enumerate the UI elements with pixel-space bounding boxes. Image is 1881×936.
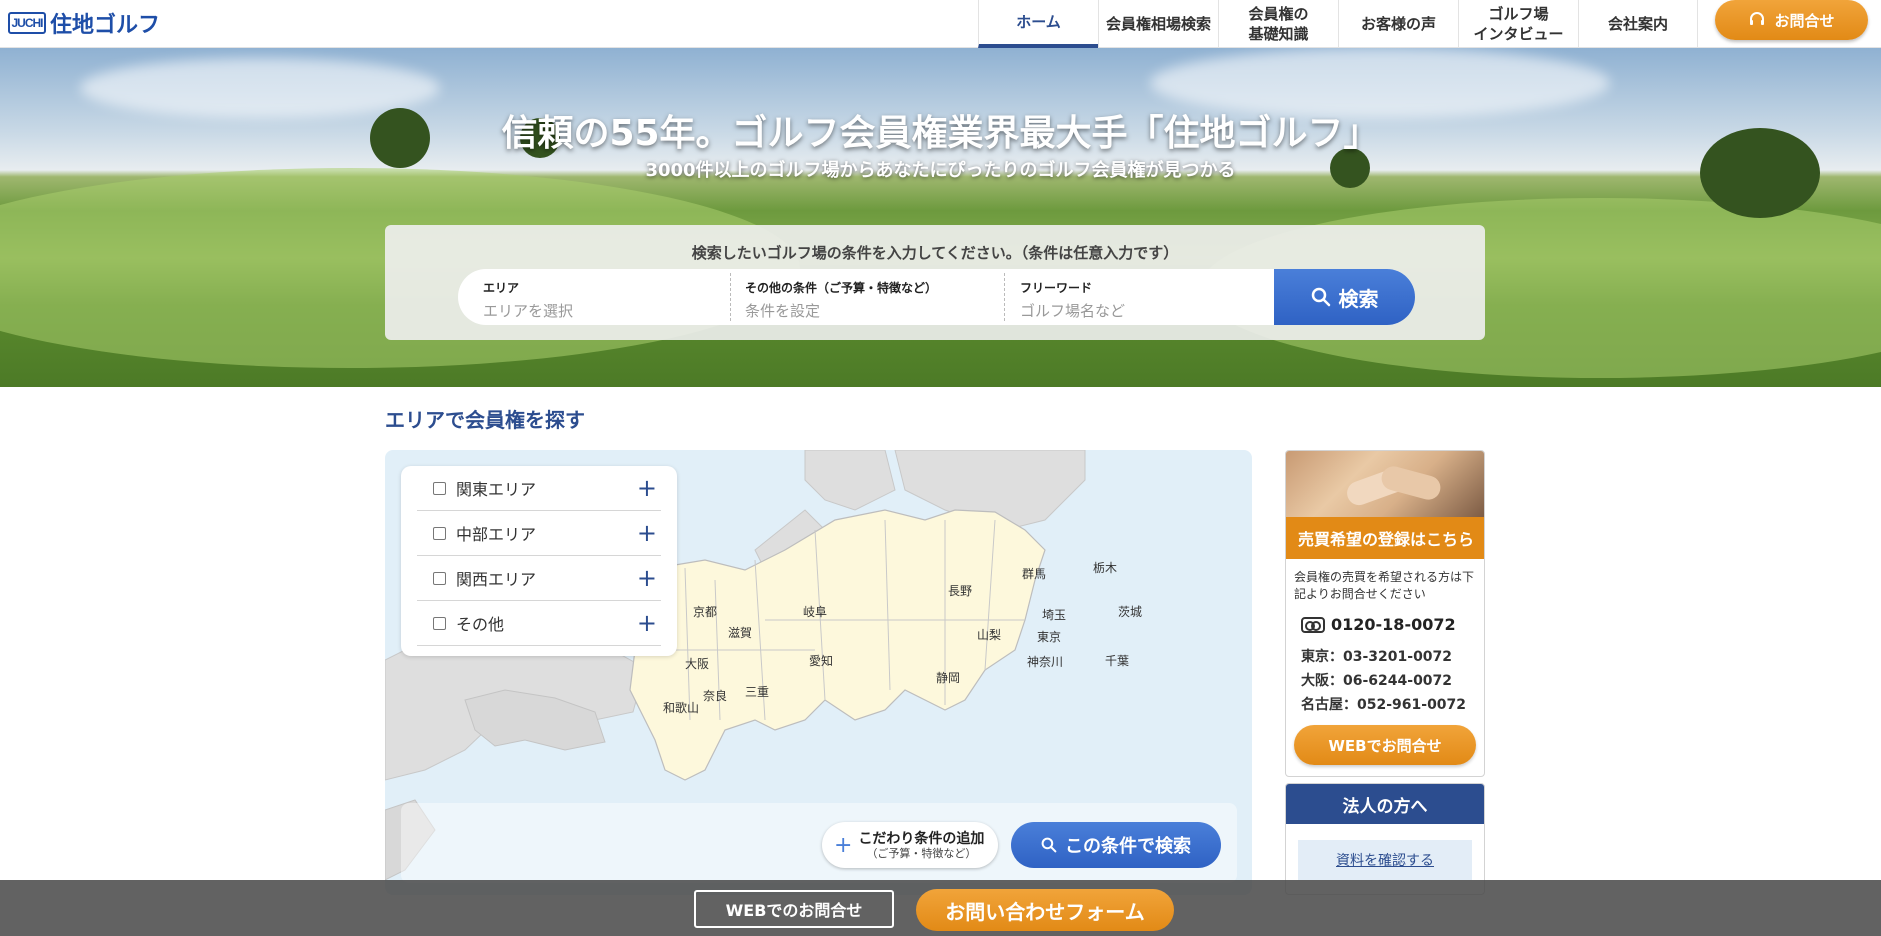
pref-label[interactable]: 静岡 bbox=[936, 671, 960, 685]
area-row-other[interactable]: その他 + bbox=[417, 601, 661, 646]
pref-label[interactable]: 茨城 bbox=[1118, 605, 1142, 619]
search-button[interactable]: 検索 bbox=[1274, 269, 1415, 325]
area-label: その他 bbox=[456, 615, 505, 634]
pref-label[interactable]: 埼玉 bbox=[1042, 608, 1066, 622]
handshake-photo bbox=[1286, 451, 1484, 517]
pref-label[interactable]: 大阪 bbox=[685, 657, 709, 671]
tel-osaka[interactable]: 大阪：06-6244-0072 bbox=[1301, 670, 1452, 690]
pref-label[interactable]: 山梨 bbox=[977, 628, 1001, 642]
logo-text: 住地ゴルフ bbox=[50, 13, 161, 38]
area-row-chubu[interactable]: 中部エリア + bbox=[417, 511, 661, 556]
pref-label[interactable]: 栃木 bbox=[1093, 561, 1117, 575]
freeword-field[interactable]: フリーワード ゴルフ場名など bbox=[995, 269, 1273, 325]
pref-label[interactable]: 奈良 bbox=[703, 688, 727, 703]
nav-company[interactable]: 会社案内 bbox=[1578, 0, 1698, 48]
nav-price-search[interactable]: 会員権相場検索 bbox=[1098, 0, 1218, 48]
pref-label[interactable]: 愛知 bbox=[809, 654, 833, 668]
site-header: JUCHI 住地ゴルフ ホーム 会員権相場検索 会員権の 基礎知識 お客様の声 … bbox=[0, 0, 1881, 48]
checkbox[interactable] bbox=[433, 481, 446, 495]
condition-field-label: その他の条件（ご予算・特徴など） bbox=[745, 281, 938, 295]
trade-banner[interactable]: 売買希望の登録はこちら bbox=[1286, 517, 1484, 559]
trade-note: 会員権の売買を希望される方は下記よりお問合せください bbox=[1294, 570, 1475, 601]
trade-registration-card: 売買希望の登録はこちら 会員権の売買を希望される方は下記よりお問合せください 0… bbox=[1285, 450, 1485, 777]
pref-label[interactable]: 神奈川 bbox=[1027, 655, 1063, 669]
add-condition-button[interactable]: + こだわり条件の追加 （ご予算・特徴など） bbox=[822, 822, 998, 868]
pref-label[interactable]: 和歌山 bbox=[663, 700, 699, 715]
plus-icon[interactable]: + bbox=[637, 519, 657, 547]
global-nav: ホーム 会員権相場検索 会員権の 基礎知識 お客様の声 ゴルフ場 インタビュー … bbox=[978, 0, 1698, 48]
checkbox[interactable] bbox=[433, 616, 446, 630]
map-highlight-region[interactable] bbox=[629, 509, 1046, 781]
area-filter-list: 関東エリア + 中部エリア + 関西エリア + その他 + bbox=[401, 466, 677, 656]
pref-label[interactable]: 東京 bbox=[1037, 630, 1061, 644]
area-label: 関西エリア bbox=[456, 570, 537, 589]
search-lead: 検索したいゴルフ場の条件を入力してください。（条件は任意入力です） bbox=[691, 244, 1179, 262]
fixed-contact-bar: WEBでのお問合せ お問い合わせフォーム bbox=[0, 880, 1881, 936]
pref-label[interactable]: 三重 bbox=[745, 685, 769, 699]
hand-shape bbox=[1378, 463, 1444, 503]
web-contact-button[interactable]: WEBでお問合せ bbox=[1294, 725, 1476, 765]
headset-icon bbox=[1750, 12, 1765, 25]
logo-mark: JUCHI bbox=[8, 12, 46, 34]
plus-icon: + bbox=[834, 832, 853, 858]
corporate-docs-link[interactable]: 資料を確認する bbox=[1298, 840, 1472, 880]
corporate-card: 法人の方へ 資料を確認する bbox=[1285, 783, 1485, 895]
tel-tokyo[interactable]: 東京：03-3201-0072 bbox=[1301, 646, 1452, 666]
nav-voices[interactable]: お客様の声 bbox=[1338, 0, 1458, 48]
search-icon bbox=[1041, 837, 1057, 853]
freeword-field-placeholder: ゴルフ場名など bbox=[1020, 302, 1126, 320]
area-row-kansai[interactable]: 関西エリア + bbox=[417, 556, 661, 601]
pref-label[interactable]: 滋賀 bbox=[728, 626, 752, 640]
area-label: 中部エリア bbox=[456, 525, 537, 544]
header-contact-label: お問合せ bbox=[1774, 11, 1835, 30]
map-land-north bbox=[804, 450, 896, 511]
checkbox[interactable] bbox=[433, 571, 446, 585]
condition-search-label: この条件で検索 bbox=[1065, 836, 1191, 857]
plus-icon[interactable]: + bbox=[637, 474, 657, 502]
hero-title: 信頼の55年。ゴルフ会員権業界最大手「住地ゴルフ」 bbox=[501, 113, 1380, 154]
tel-nagoya[interactable]: 名古屋：052-961-0072 bbox=[1301, 694, 1466, 714]
hero-subtitle: 3000件以上のゴルフ場からあなたにぴったりのゴルフ会員権が見つかる bbox=[645, 160, 1236, 181]
footer-web-contact-button[interactable]: WEBでのお問合せ bbox=[694, 890, 894, 928]
footer-form-button[interactable]: お問い合わせフォーム bbox=[916, 889, 1174, 931]
pref-label[interactable]: 長野 bbox=[948, 584, 972, 598]
condition-search-button[interactable]: この条件で検索 bbox=[1011, 822, 1221, 868]
pref-label[interactable]: 千葉 bbox=[1105, 654, 1129, 668]
pref-label[interactable]: 岐阜 bbox=[803, 605, 827, 619]
area-row-kanto[interactable]: 関東エリア + bbox=[417, 466, 661, 511]
free-dial[interactable]: 0120-18-0072 bbox=[1301, 615, 1456, 634]
plus-icon[interactable]: + bbox=[637, 609, 657, 637]
search-button-label: 検索 bbox=[1338, 286, 1379, 311]
site-logo[interactable]: JUCHI 住地ゴルフ bbox=[8, 7, 160, 39]
nav-interview[interactable]: ゴルフ場 インタビュー bbox=[1458, 0, 1578, 48]
area-section-title: エリアで会員権を探す bbox=[385, 408, 585, 432]
condition-field[interactable]: その他の条件（ご予算・特徴など） 条件を設定 bbox=[720, 269, 994, 325]
freeword-field-label: フリーワード bbox=[1020, 281, 1093, 295]
plus-icon[interactable]: + bbox=[637, 564, 657, 592]
area-field-label: エリア bbox=[483, 281, 520, 295]
search-panel: 検索したいゴルフ場の条件を入力してください。（条件は任意入力です） エリア エリ… bbox=[385, 225, 1485, 340]
area-field-placeholder: エリアを選択 bbox=[483, 302, 574, 320]
search-icon bbox=[1311, 287, 1330, 307]
area-label: 関東エリア bbox=[456, 480, 537, 499]
nav-home[interactable]: ホーム bbox=[978, 0, 1098, 48]
condition-field-placeholder: 条件を設定 bbox=[745, 302, 821, 320]
area-field[interactable]: エリア エリアを選択 bbox=[458, 269, 728, 325]
corporate-title: 法人の方へ bbox=[1286, 784, 1484, 824]
add-condition-sublabel: （ご予算・特徴など） bbox=[866, 846, 977, 860]
search-bar: エリア エリアを選択 その他の条件（ご予算・特徴など） 条件を設定 フリーワード… bbox=[458, 269, 1415, 325]
nav-basics[interactable]: 会員権の 基礎知識 bbox=[1218, 0, 1338, 48]
pref-label[interactable]: 京都 bbox=[693, 605, 717, 619]
header-contact-button[interactable]: お問合せ bbox=[1715, 0, 1868, 40]
checkbox[interactable] bbox=[433, 526, 446, 540]
pref-label[interactable]: 群馬 bbox=[1022, 567, 1046, 581]
free-dial-number: 0120-18-0072 bbox=[1331, 615, 1456, 634]
add-condition-label: こだわり条件の追加 bbox=[858, 830, 985, 847]
free-dial-icon bbox=[1301, 616, 1325, 633]
